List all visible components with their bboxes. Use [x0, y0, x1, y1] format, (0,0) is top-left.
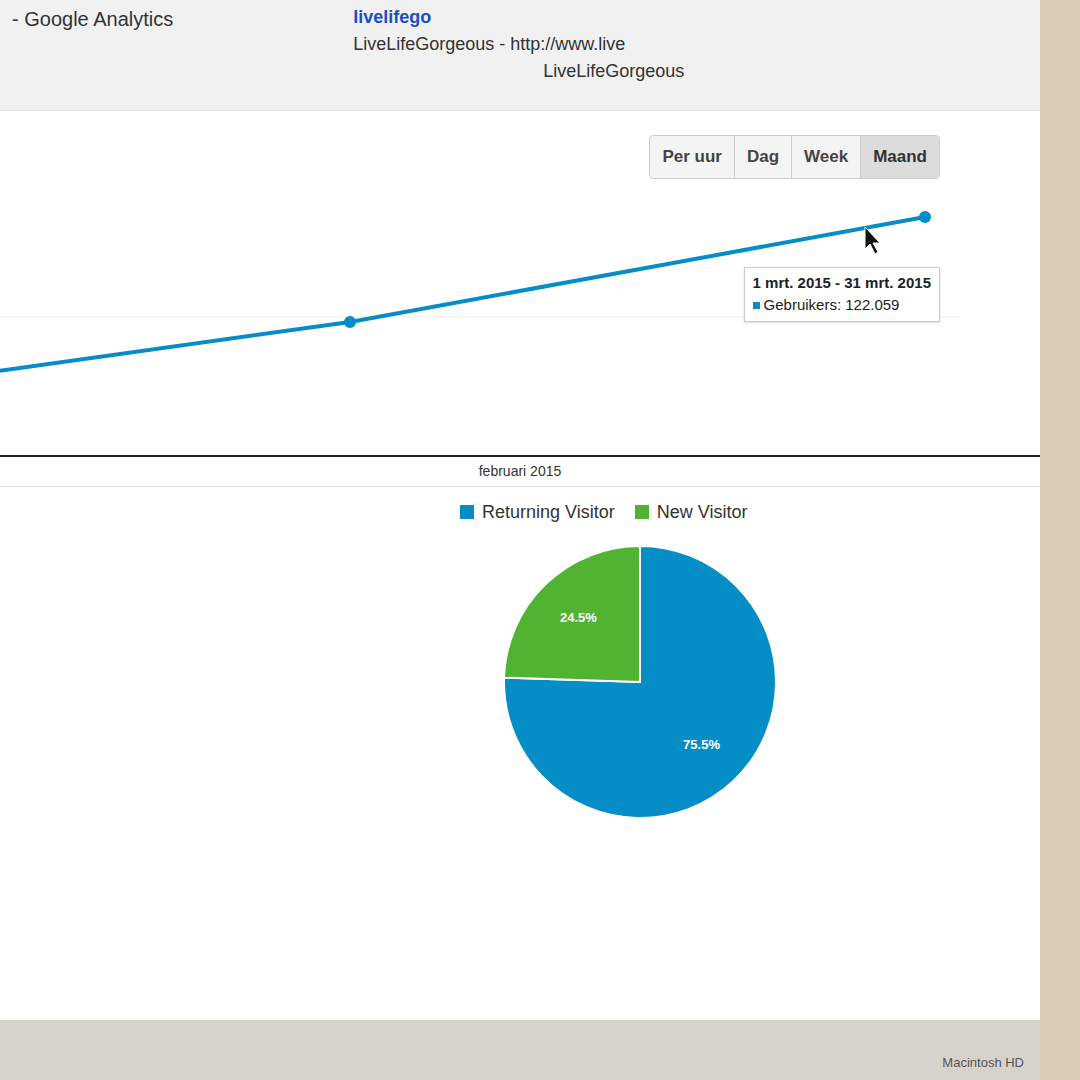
x-axis	[0, 455, 1040, 457]
legend-item[interactable]: Returning Visitor	[460, 499, 615, 526]
legend-item[interactable]: New Visitor	[635, 499, 748, 526]
screen-photo: - Google AnalyticslivelifegoLiveLifeGorg…	[0, 0, 1080, 1080]
granularity-tab[interactable]: Per uur	[650, 136, 734, 178]
account-name[interactable]: livelifego	[353, 4, 684, 31]
screen: - Google AnalyticslivelifegoLiveLifeGorg…	[0, 0, 1040, 1080]
pie-slice[interactable]	[504, 546, 776, 818]
granularity-tab[interactable]: Week	[791, 136, 860, 178]
visitor-panel: Returning Visitor New Visitor 75.5% 24.5%	[0, 486, 1040, 1021]
chart-panel: Per uurDagWeekMaand 1 mrt. 2015 - 31 mrt.…	[0, 110, 1040, 486]
legend-swatch	[460, 505, 474, 519]
pie-chart: 75.5% 24.5%	[500, 542, 780, 822]
series-marker	[753, 302, 760, 309]
pie-slice[interactable]	[504, 546, 640, 682]
window-title: - Google Analytics	[12, 4, 173, 34]
granularity-tabs: Per uurDagWeekMaand	[649, 135, 940, 179]
pie-label: 75.5%	[683, 736, 720, 751]
cursor-icon	[865, 227, 880, 254]
legend-swatch	[635, 505, 649, 519]
granularity-tab[interactable]: Dag	[734, 136, 791, 178]
tooltip-range: 1 mrt. 2015 - 31 mrt. 2015	[753, 272, 931, 295]
tooltip-metric: Gebruikers: 122.059	[764, 294, 900, 317]
granularity-tab[interactable]: Maand	[860, 136, 939, 178]
disk-label[interactable]: Macintosh HD	[942, 1053, 1024, 1073]
pie-label: 24.5%	[560, 609, 597, 624]
data-point[interactable]	[919, 211, 931, 223]
users-line	[0, 217, 925, 402]
data-point[interactable]	[344, 315, 356, 327]
view-name: LiveLifeGorgeous	[353, 58, 684, 85]
monitor-bezel	[1040, 0, 1080, 1080]
dock: Macintosh HD	[0, 1020, 1040, 1080]
x-axis-label: februari 2015	[0, 457, 1040, 486]
property-name: LiveLifeGorgeous - http://www.live	[353, 31, 684, 58]
chart-tooltip: 1 mrt. 2015 - 31 mrt. 2015Gebruikers: 12…	[744, 267, 940, 322]
header: - Google AnalyticslivelifegoLiveLifeGorg…	[0, 0, 1040, 110]
account-info: livelifegoLiveLifeGorgeous - http://www.…	[353, 4, 684, 85]
pie-legend: Returning Visitor New Visitor	[460, 499, 747, 526]
